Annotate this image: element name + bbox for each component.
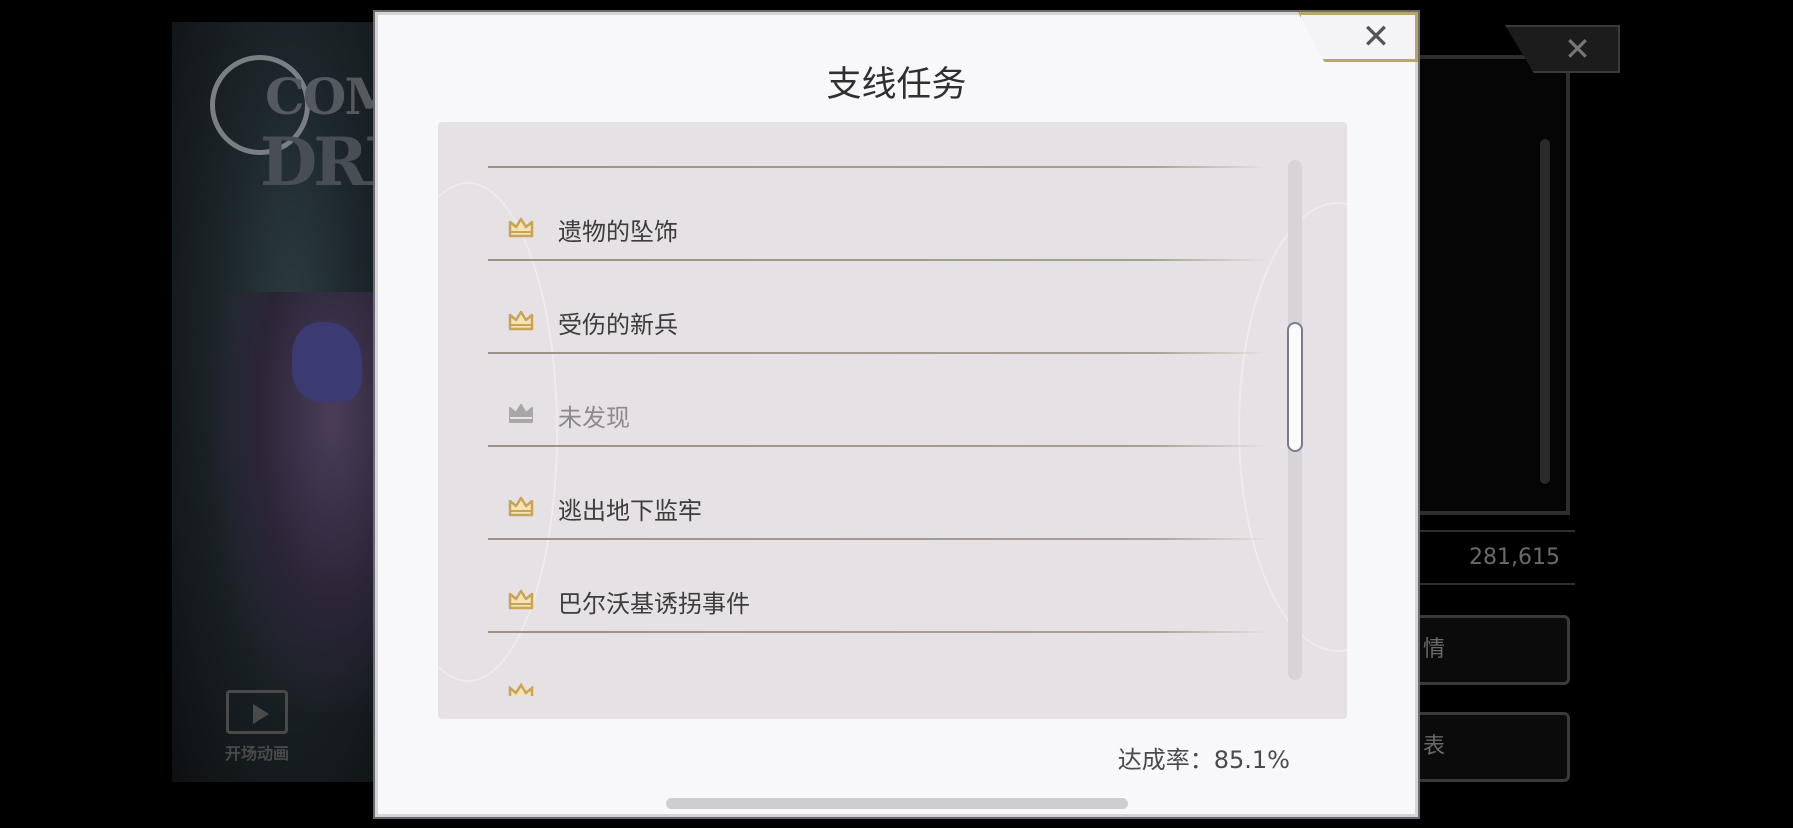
list-item[interactable]: 受伤的新兵 [488,293,1268,353]
crown-icon [508,682,534,696]
list-divider [488,538,1268,540]
home-indicator[interactable] [666,798,1128,809]
quest-title: 受伤的新兵 [558,311,678,339]
background-button-2: 表 [1400,712,1570,782]
dialog-title: 支线任务 [826,65,967,105]
background-right-panel [1410,55,1570,515]
crown-icon [508,589,534,610]
quest-title: 巴尔沃基诱拐事件 [558,590,750,618]
list-divider [488,445,1268,447]
list-divider [488,352,1268,354]
background-scrollbar [1540,139,1550,484]
quest-list[interactable]: 遗物的坠饰 受伤的新兵 未发现 逃出地下监牢 巴尔沃基诱拐事件 [438,122,1347,719]
quest-title: 未发现 [558,404,630,432]
background-button-1: 情 [1400,615,1570,685]
background-divider [1415,583,1575,585]
opening-movie-label: 开场动画 [224,744,289,763]
list-divider [488,166,1268,168]
background-divider [1415,530,1575,532]
list-divider [488,631,1268,633]
list-item[interactable]: 遗物的坠饰 [488,200,1268,260]
film-icon [226,690,288,734]
list-item[interactable]: 巴尔沃基诱拐事件 [488,572,1268,632]
background-value: 281,615 [1469,545,1560,570]
crown-icon [508,310,534,331]
list-divider [488,259,1268,261]
quest-title: 遗物的坠饰 [558,218,678,246]
list-item-partial [508,682,708,696]
scrollbar-thumb[interactable] [1287,322,1303,452]
list-item[interactable]: 未发现 [488,386,1268,446]
list-item[interactable]: 逃出地下监牢 [488,479,1268,539]
completion-rate: 达成率：85.1% [1117,746,1290,774]
logo-text-bottom: DRI [260,123,395,201]
crown-icon [508,496,534,517]
quest-title: 逃出地下监牢 [558,497,702,525]
character-hair [292,322,362,402]
crown-icon [508,217,534,238]
opening-movie-button[interactable]: 开场动画 [222,690,292,764]
crown-icon [509,404,533,423]
game-logo: COMP DRI [210,35,435,201]
